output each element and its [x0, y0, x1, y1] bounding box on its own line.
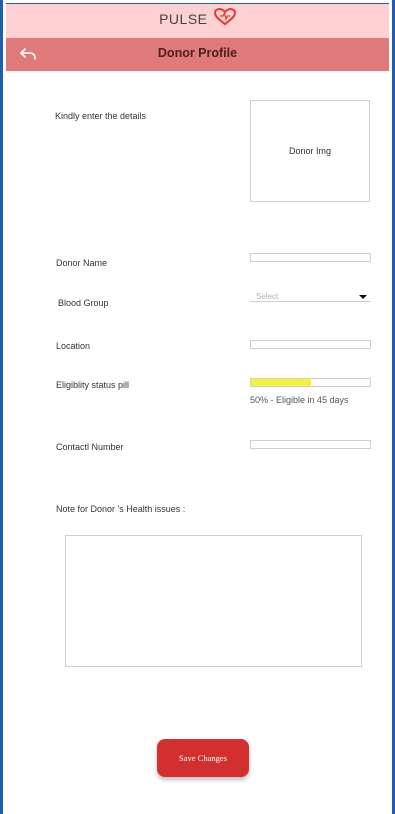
blood-group-value: Select — [256, 292, 279, 301]
title-bar: Donor Profile — [6, 38, 389, 71]
location-label: Location — [56, 341, 91, 351]
eligibility-label: Eligiblity status pill — [56, 380, 130, 390]
page-title: Donor Profile — [157, 46, 238, 60]
app-frame: PULSE Donor Profile Kindly enter the det… — [0, 0, 395, 814]
intro-text: Kindly enter the details — [55, 111, 147, 121]
contact-label: Contactl Number — [56, 442, 124, 452]
caret-down-icon — [359, 295, 367, 299]
save-changes-button[interactable]: Save Changes — [157, 739, 249, 777]
brand-name: PULSE — [159, 11, 208, 27]
eligibility-progress-fill — [251, 379, 311, 386]
blood-group-label: Blood Group — [58, 298, 109, 308]
blood-group-select[interactable]: Select — [250, 292, 371, 302]
contact-number-input[interactable] — [250, 440, 371, 449]
health-notes-label: Note for Donor 's Health issues : — [56, 504, 186, 514]
health-notes-textarea[interactable] — [65, 535, 362, 667]
eligibility-status-text: 50% - Eligible in 45 days — [250, 395, 349, 405]
donor-image-placeholder: Donor Img — [288, 146, 332, 156]
donor-image-box[interactable]: Donor Img — [250, 100, 370, 202]
donor-name-input[interactable] — [250, 253, 371, 262]
heart-logo-icon — [213, 8, 236, 26]
location-input[interactable] — [250, 340, 371, 349]
brand-bar: PULSE — [6, 3, 389, 39]
donor-name-label: Donor Name — [56, 258, 108, 268]
eligibility-status-pill — [250, 378, 371, 387]
brand-logo: PULSE — [6, 8, 389, 27]
